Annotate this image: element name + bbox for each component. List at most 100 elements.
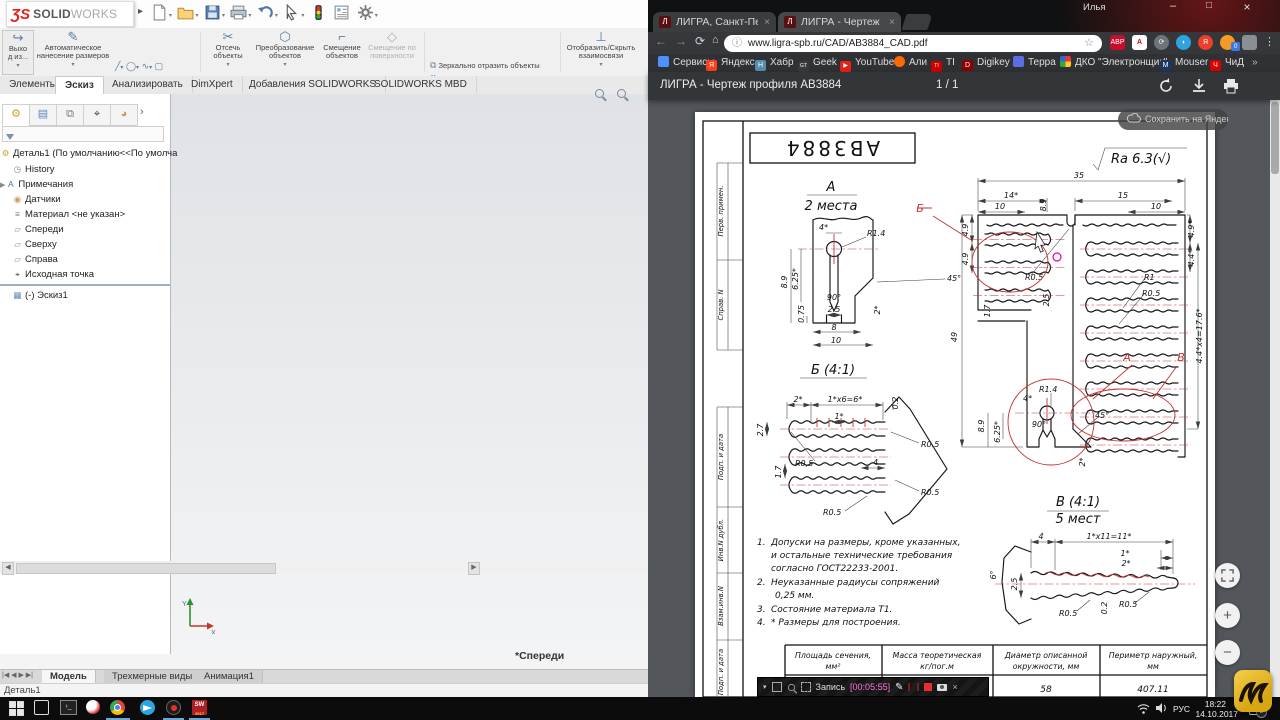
new-tab-button[interactable] xyxy=(901,14,932,30)
acrobat-extension-icon[interactable]: A xyxy=(1132,35,1147,50)
animation-tab[interactable]: Анимация1 xyxy=(196,670,263,683)
save-icon[interactable] xyxy=(204,4,221,21)
3dviews-tab[interactable]: Трехмерные виды xyxy=(104,670,201,683)
volume-icon[interactable] xyxy=(1155,702,1167,714)
adblock-extension-icon[interactable]: ABP xyxy=(1110,35,1125,50)
hscroll-thumb[interactable] xyxy=(16,563,276,574)
stop-icon[interactable] xyxy=(924,683,932,691)
tree-item-sketch1[interactable]: ▦(-) Эскиз1 xyxy=(12,288,182,302)
tab-analyze[interactable]: Анализировать xyxy=(103,76,193,93)
tab-close-icon[interactable]: × xyxy=(889,17,895,28)
utility-app-icon[interactable] xyxy=(86,700,100,714)
window-mode-icon[interactable] xyxy=(772,682,782,692)
draw-pencil-icon[interactable]: ✎ xyxy=(895,682,903,693)
print-icon[interactable] xyxy=(230,4,247,21)
recorder-zoom-icon[interactable] xyxy=(787,683,794,690)
tree-filter-input[interactable] xyxy=(2,126,164,142)
scroll-left-button[interactable]: ◀ xyxy=(2,562,14,575)
propertymanager-tab[interactable]: ▤ xyxy=(29,104,57,126)
home-icon[interactable]: ⌂ xyxy=(712,34,719,46)
tree-item-top-plane[interactable]: ▱Сверху xyxy=(12,237,182,251)
solidworks-taskbar-icon[interactable]: SW2017 xyxy=(192,700,207,715)
screenshot-camera-icon[interactable] xyxy=(937,684,947,691)
exit-sketch-button[interactable]: ↪ Выход из...▾ xyxy=(2,30,34,75)
pdf-scrollbar[interactable] xyxy=(1270,100,1280,697)
bookmark-youtube[interactable]: ▶YouTube xyxy=(840,54,894,72)
terminal-icon[interactable]: ›_ xyxy=(60,700,77,715)
viewport-hscrollbar[interactable]: ◀ ▶ xyxy=(0,561,648,574)
browser-tab-2-active[interactable]: Л ЛИГРА - Чертеж профи × xyxy=(778,12,901,32)
dimxpert-manager-tab[interactable]: ⌖ xyxy=(83,104,111,126)
back-icon[interactable]: ← xyxy=(655,34,667,48)
featuremanager-tab[interactable]: ⚙ xyxy=(2,104,30,126)
new-document-icon[interactable] xyxy=(151,4,168,21)
tree-item-front-plane[interactable]: ▱Спереди xyxy=(12,222,182,236)
scrollbar-thumb[interactable] xyxy=(1271,102,1279,174)
bookmark-digikey[interactable]: DDigikey xyxy=(962,54,1010,72)
close-button[interactable]: × xyxy=(1230,0,1264,14)
open-icon[interactable] xyxy=(177,4,194,21)
selection-filter-icon[interactable] xyxy=(310,4,327,21)
bookmark-mouser[interactable]: MMouser xyxy=(1160,54,1208,72)
bookmark-terra[interactable]: Терра xyxy=(1013,54,1056,72)
pdf-content-area[interactable]: Перв. примен. Справ. N Подп. и дата Инв.… xyxy=(648,100,1280,697)
tree-item-history[interactable]: ◷History xyxy=(12,162,182,176)
download-icon[interactable] xyxy=(1191,78,1207,94)
clock-time[interactable]: 18:22 xyxy=(1205,699,1226,709)
tab-nav-arrows[interactable]: |◀ ◀ ▶ ▶| xyxy=(2,671,33,679)
tab-dimxpert[interactable]: DimXpert xyxy=(182,76,243,93)
zoom-in-button[interactable]: + xyxy=(1215,603,1240,628)
tab-close-icon[interactable]: × xyxy=(764,17,770,28)
telegram-icon[interactable] xyxy=(140,700,155,715)
zoom-area-icon[interactable] xyxy=(617,85,626,103)
options-gear-icon[interactable] xyxy=(357,4,374,21)
panel-overflow-chevron[interactable]: › xyxy=(140,106,144,118)
yandex-disk-save-overlay[interactable]: Сохранить на Яндекс.Диск xyxy=(1118,109,1228,130)
select-cursor-icon[interactable] xyxy=(283,4,300,21)
browser-tab-1[interactable]: Л ЛИГРА, Санкт-Петербур × xyxy=(653,12,776,32)
display-manager-tab[interactable]: ◕ xyxy=(110,104,138,126)
tree-item-right-plane[interactable]: ▱Справа xyxy=(12,252,182,266)
mirror-entities-button[interactable]: ⧉Зеркально отразить объекты xyxy=(430,59,540,72)
zoom-fit-icon[interactable] xyxy=(595,85,604,103)
quick-access-toolbar[interactable]: ▾ ▾ ▾ ▾ ▾ ▾ ▾ xyxy=(150,4,378,22)
gray-extension-icon[interactable]: ⟳ xyxy=(1154,35,1169,50)
fullscreen-icon[interactable] xyxy=(801,682,811,692)
chrome-menu-icon[interactable]: ⋮ xyxy=(1264,35,1275,48)
trim-entities-button[interactable]: ✂ Отсечь объекты▾ xyxy=(206,30,250,73)
recorder-close-icon[interactable]: × xyxy=(952,682,957,692)
tree-item-annotations[interactable]: ▶AПримечания xyxy=(0,177,170,191)
zoom-out-button[interactable]: − xyxy=(1215,640,1240,665)
wifi-icon[interactable] xyxy=(1137,703,1150,714)
address-bar[interactable]: ⓘwww.ligra-spb.ru/CAD/AB3884_CAD.pdf ☆ xyxy=(724,35,1102,52)
keyboard-language[interactable]: РУС xyxy=(1173,704,1190,714)
offset-entities-button[interactable]: ⌐ Смещение объектов xyxy=(320,30,364,73)
reload-icon[interactable]: ⟳ xyxy=(695,34,705,48)
bookmarks-overflow-chevron[interactable]: » xyxy=(1252,54,1258,72)
scroll-right-button[interactable]: ▶ xyxy=(468,562,480,575)
display-relations-button[interactable]: ⊥ Отобразить/Скрыть взаимосвязи▾ xyxy=(565,30,637,73)
chrome-profile-button[interactable]: Илья xyxy=(1083,2,1105,13)
bookmark-geek[interactable]: GTGeek xyxy=(798,54,837,72)
tree-root[interactable]: ⚙Деталь1 (По умолчанию<<По умолча xyxy=(0,146,170,160)
bookmark-dko[interactable]: ДКО "Электронщик" xyxy=(1060,54,1167,72)
tree-item-material[interactable]: ≡Материал <не указан> xyxy=(12,207,182,221)
print-icon[interactable] xyxy=(1223,78,1239,94)
rollback-bar[interactable] xyxy=(0,284,170,286)
clock-date[interactable]: 14.10.2017 xyxy=(1195,709,1238,719)
maximize-button[interactable]: □ xyxy=(1192,0,1226,11)
tree-item-origin[interactable]: ⌖Исходная точка xyxy=(12,267,182,281)
bookmark-chid[interactable]: ЧЧиД xyxy=(1210,54,1244,72)
convert-entities-button[interactable]: ⬡ Преобразование объектов▾ xyxy=(252,30,318,73)
forward-icon[interactable]: → xyxy=(675,34,687,48)
blue-extension-icon[interactable]: ◗ xyxy=(1176,35,1191,50)
chrome-taskbar-icon[interactable] xyxy=(110,700,125,715)
autodimension-button[interactable]: ✎ Автоматическое нанесение размеров▾ xyxy=(34,30,112,73)
bookmark-ali[interactable]: Али xyxy=(894,54,927,72)
task-view-button[interactable] xyxy=(34,700,49,715)
model-tab[interactable]: Модель xyxy=(42,670,96,683)
bookmark-habr[interactable]: HХабр xyxy=(755,54,794,72)
rotate-icon[interactable] xyxy=(1158,78,1174,94)
undo-icon[interactable] xyxy=(257,4,274,21)
file-properties-icon[interactable] xyxy=(333,4,350,21)
